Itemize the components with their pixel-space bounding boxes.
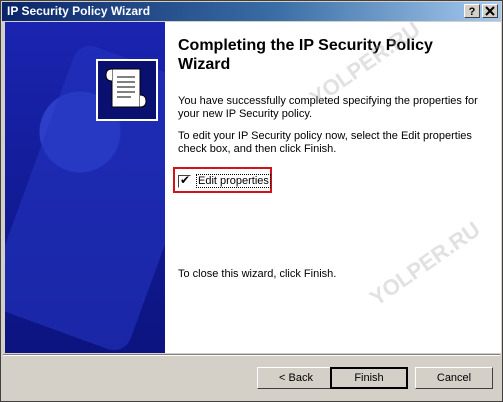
scroll-document-icon [96,59,158,121]
wizard-content: Completing the IP Security Policy Wizard… [165,22,501,353]
close-button[interactable] [482,4,498,18]
wizard-side-banner [5,22,165,353]
checkmark-icon: ✔ [180,173,191,187]
title-bar: IP Security Policy Wizard ? [2,2,501,21]
help-button[interactable]: ? [464,4,480,18]
edit-properties-label[interactable]: Edit properties [196,174,271,188]
edit-properties-checkbox[interactable]: ✔ [178,173,191,188]
page-title: Completing the IP Security Policy Wizard [178,37,433,73]
wizard-window: IP Security Policy Wizard ? Completing t… [0,0,503,402]
close-instructions-text: To close this wizard, click Finish. [178,268,337,280]
window-title: IP Security Policy Wizard [7,4,151,18]
back-button[interactable]: < Back [257,367,335,389]
close-icon [485,6,495,16]
cancel-button[interactable]: Cancel [415,367,493,389]
footer-divider [3,354,500,356]
edit-instructions-text: To edit your IP Security policy now, sel… [178,130,472,155]
completion-text: You have successfully completed specifyi… [178,95,478,120]
finish-button[interactable]: Finish [330,367,408,389]
